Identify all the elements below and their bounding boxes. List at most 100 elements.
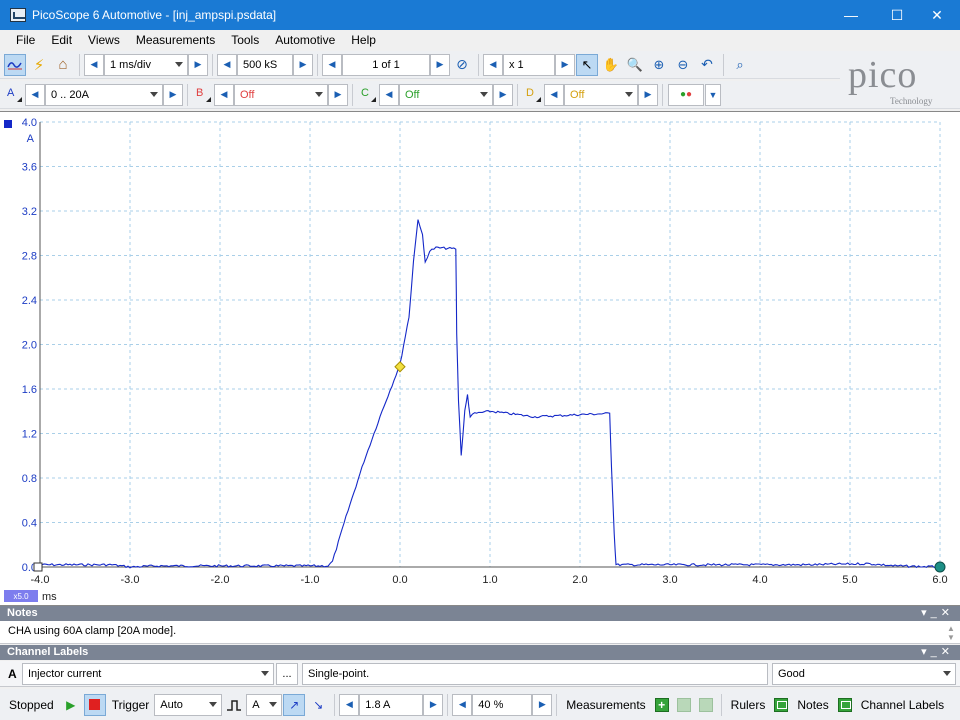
channel-a-range-select[interactable]: 0 .. 20A <box>45 83 163 106</box>
channel-labels-label: Channel Labels <box>860 697 945 712</box>
waveform-chart[interactable]: 0.0 0.4 0.8 1.2 1.6 2.0 2.4 2.8 3.2 3.6 4.0 A -4.0 -3… <box>0 112 960 605</box>
channel-a-range-decrease[interactable]: ◀ <box>25 83 45 106</box>
channel-label-description[interactable]: Single-point. <box>302 663 768 685</box>
y-tick-label: 3.6 <box>22 162 37 174</box>
notes-text-area[interactable]: CHA using 60A clamp [20A mode]. <box>0 621 960 644</box>
window-title: PicoScope 6 Automotive - [inj_ampspi.psd… <box>32 8 277 22</box>
menu-automotive[interactable]: Automotive <box>267 33 343 47</box>
samples-increase-button[interactable]: ▶ <box>293 53 313 76</box>
zoom-window-icon[interactable]: 🔍 <box>624 54 646 76</box>
edit-measurement-icon[interactable] <box>676 697 691 712</box>
menu-views[interactable]: Views <box>80 33 128 47</box>
channel-label-status-select[interactable]: Good <box>772 663 956 685</box>
channel-c-range-increase[interactable]: ▶ <box>493 83 513 106</box>
channel-label-browse-button[interactable]: ... <box>276 663 298 685</box>
y-tick-label: 4.0 <box>22 117 37 129</box>
advanced-trigger-icon[interactable] <box>223 694 245 716</box>
channel-a-range-increase[interactable]: ▶ <box>163 83 183 106</box>
channel-b-options[interactable]: B <box>192 84 214 106</box>
rulers-toggle-icon[interactable] <box>774 697 789 712</box>
channel-options-dropdown[interactable]: ▼ <box>705 83 721 106</box>
trigger-mode-select[interactable]: Auto <box>154 693 223 716</box>
notes-label: Notes <box>797 697 829 712</box>
falling-edge-icon[interactable]: ↘ <box>307 694 329 716</box>
pointer-tool-icon[interactable]: ↖ <box>576 53 598 76</box>
timebase-select[interactable]: 1 ms/div <box>104 53 188 76</box>
scope-mode-icon[interactable] <box>4 53 26 76</box>
channel-b-range-select[interactable]: Off <box>234 83 328 106</box>
pretrigger-field[interactable]: 40 % <box>472 693 533 716</box>
trigger-level-field[interactable]: 1.8 A <box>359 693 424 716</box>
start-icon[interactable]: ▶ <box>60 694 82 716</box>
home-icon[interactable]: ⌂ <box>52 54 74 76</box>
channel-labels-header: Channel Labels ▾_✕ <box>0 645 960 660</box>
x-tick-label: -2.0 <box>211 574 230 586</box>
menu-tools[interactable]: Tools <box>223 33 267 47</box>
buffer-navigator[interactable]: 1 of 1 <box>342 53 430 76</box>
y-tick-label: 0.4 <box>22 518 37 530</box>
notes-toggle-icon[interactable] <box>837 697 852 712</box>
scope-view[interactable]: 0.0 0.4 0.8 1.2 1.6 2.0 2.4 2.8 3.2 3.6 4.0 A -4.0 -3… <box>0 111 960 606</box>
x-tick-label: 1.0 <box>482 574 497 586</box>
samples-decrease-button[interactable]: ◀ <box>217 53 237 76</box>
trigger-channel-select[interactable]: A <box>246 693 283 716</box>
y-tick-label: 1.2 <box>22 429 37 441</box>
app-icon <box>10 8 26 22</box>
delete-measurement-icon[interactable] <box>698 697 713 712</box>
rulers-label: Rulers <box>730 697 766 712</box>
trigger-level-decrease[interactable]: ◀ <box>339 693 360 716</box>
minimize-button[interactable]: — <box>828 0 874 30</box>
channel-d-range-increase[interactable]: ▶ <box>638 83 658 106</box>
timebase-decrease-button[interactable]: ◀ <box>84 53 104 76</box>
y-axis-unit: A <box>27 133 35 145</box>
channel-c-range-select[interactable]: Off <box>399 83 493 106</box>
x-tick-label: 6.0 <box>932 574 947 586</box>
notes-panel-header: Notes ▾_✕ <box>0 606 960 621</box>
samples-field[interactable]: 500 kS <box>237 53 293 76</box>
menu-file[interactable]: File <box>8 33 43 47</box>
y-tick-label: 2.8 <box>22 251 37 263</box>
zoom-out-icon[interactable]: ⊖ <box>672 54 694 76</box>
channel-c-range-decrease[interactable]: ◀ <box>379 83 399 106</box>
rising-edge-icon[interactable]: ↗ <box>283 693 306 716</box>
zoom-fit-icon[interactable]: ⌕ <box>729 54 751 76</box>
zoom-field[interactable]: x 1 <box>503 53 555 76</box>
channel-d-range-select[interactable]: Off <box>564 83 638 106</box>
auto-setup-icon[interactable]: ⚡ <box>28 54 50 76</box>
menu-help[interactable]: Help <box>343 33 384 47</box>
channel-labels-controls[interactable]: ▾_✕ <box>921 645 954 660</box>
hand-tool-icon[interactable]: ✋ <box>600 54 622 76</box>
channel-a-options[interactable]: A <box>3 84 25 106</box>
buffer-previous-button[interactable]: ◀ <box>322 53 342 76</box>
y-tick-label: 0.8 <box>22 473 37 485</box>
right-ruler-handle <box>934 561 946 573</box>
menu-edit[interactable]: Edit <box>43 33 80 47</box>
zoom-increase-button[interactable]: ▶ <box>555 53 575 76</box>
buffer-overview-icon[interactable]: ⊘ <box>451 54 473 76</box>
pretrigger-decrease[interactable]: ◀ <box>452 693 473 716</box>
undo-zoom-icon[interactable]: ↶ <box>696 54 718 76</box>
status-bar: Stopped ▶ Trigger Auto A ↗ ↘ ◀ 1.8 A ▶ ◀… <box>0 689 960 720</box>
channel-options-icon[interactable]: ● ● <box>668 83 704 106</box>
pico-logo: pico Technology <box>840 51 960 109</box>
channel-label-select[interactable]: Injector current <box>22 663 274 685</box>
channel-b-range-increase[interactable]: ▶ <box>328 83 348 106</box>
channel-d-range-decrease[interactable]: ◀ <box>544 83 564 106</box>
buffer-next-button[interactable]: ▶ <box>430 53 450 76</box>
channel-d-options[interactable]: D <box>522 84 544 106</box>
close-button[interactable]: ✕ <box>914 0 960 30</box>
x-tick-label: 3.0 <box>662 574 677 586</box>
stop-icon[interactable] <box>83 693 106 716</box>
trigger-level-increase[interactable]: ▶ <box>423 693 444 716</box>
add-measurement-icon[interactable]: + <box>654 697 669 712</box>
channel-c-options[interactable]: C <box>357 84 379 106</box>
channel-b-range-decrease[interactable]: ◀ <box>214 83 234 106</box>
pretrigger-increase[interactable]: ▶ <box>532 693 553 716</box>
zoom-in-icon[interactable]: ⊕ <box>648 54 670 76</box>
zoom-decrease-button[interactable]: ◀ <box>483 53 503 76</box>
menu-bar: File Edit Views Measurements Tools Autom… <box>0 30 960 50</box>
menu-measurements[interactable]: Measurements <box>128 33 223 47</box>
timebase-increase-button[interactable]: ▶ <box>188 53 208 76</box>
notes-scrollbar[interactable]: ▲ ▼ <box>944 624 958 642</box>
notes-panel-controls[interactable]: ▾_✕ <box>921 606 954 621</box>
